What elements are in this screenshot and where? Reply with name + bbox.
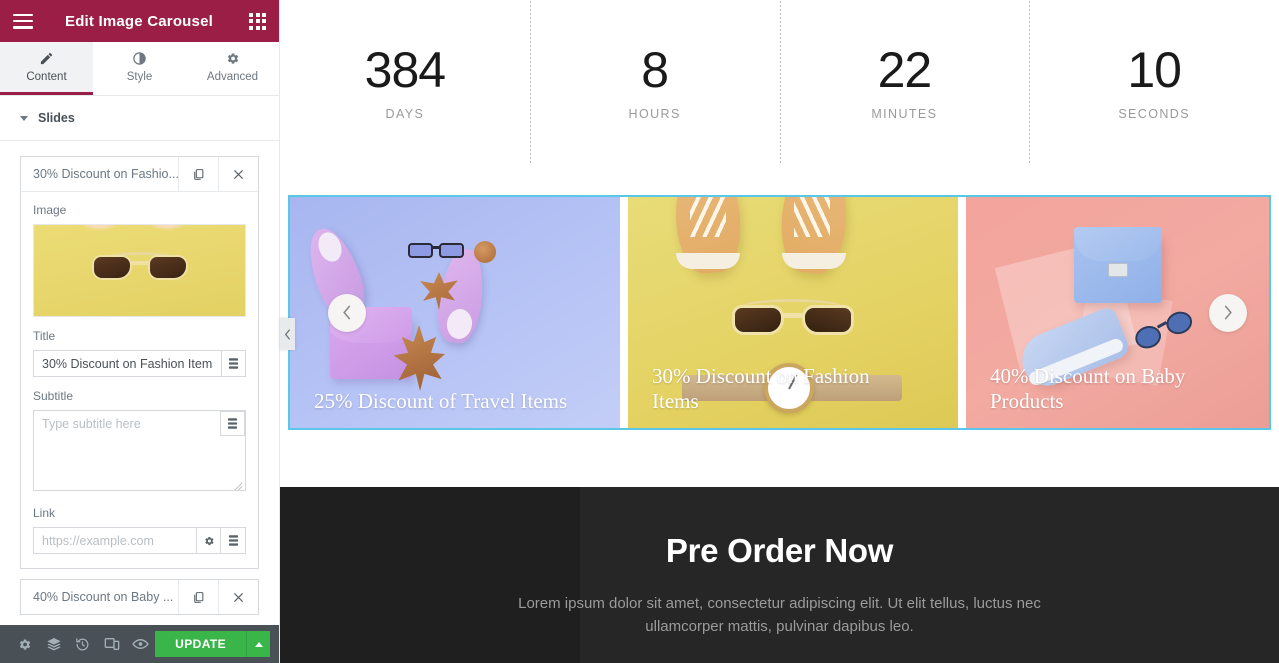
preview-eye-icon[interactable] [126,625,155,663]
sunglasses-illustration [408,241,464,260]
repeater-item-slide-2: 40% Discount on Baby ... [20,579,259,615]
gear-icon [225,51,240,66]
slide-2-caption: 30% Discount on Fashion Items [652,364,870,414]
countdown-minutes-label: MINUTES [871,106,938,121]
link-options-gear-icon[interactable] [196,527,221,554]
elementor-editor: Edit Image Carousel Content Style Advanc… [0,0,1279,663]
countdown-hours-value: 8 [641,41,669,98]
history-revisions-icon[interactable] [68,625,97,663]
countdown-minutes-value: 22 [877,41,933,98]
field-subtitle: Subtitle [33,389,246,494]
panel-footer: UPDATE [0,625,279,663]
pencil-icon [39,51,54,66]
carousel-prev-button[interactable] [328,293,366,332]
navigator-layers-icon[interactable] [39,625,68,663]
pre-order-section[interactable]: Pre Order Now Lorem ipsum dolor sit amet… [280,487,1279,663]
pre-order-title: Pre Order Now [665,532,894,569]
countdown-cell-minutes: 22 MINUTES [779,0,1030,195]
countdown-cell-days: 384 DAYS [280,0,530,195]
close-icon[interactable] [218,580,258,614]
field-image: Image [33,203,246,317]
page-title: Edit Image Carousel [64,12,213,30]
panel-collapse-handle[interactable] [280,318,295,350]
pre-order-text: Lorem ipsum dolor sit amet, consectetur … [518,595,1041,636]
half-circle-icon [132,51,147,66]
link-dynamic-tags-icon[interactable] [221,527,246,554]
settings-gear-icon[interactable] [10,625,39,663]
repeater-item-header[interactable]: 30% Discount on Fashio... [21,157,258,191]
slide-3-caption: 40% Discount on Baby Products [990,364,1186,414]
subtitle-dynamic-tags-icon[interactable] [220,411,245,436]
preview-canvas: 384 DAYS 8 HOURS 22 MINUTES 10 SECONDS 2… [280,0,1279,663]
update-button[interactable]: UPDATE [155,631,247,657]
tab-style-label: Style [126,71,153,83]
countdown-cell-hours: 8 HOURS [529,0,780,195]
tab-style[interactable]: Style [93,42,186,95]
duplicate-icon[interactable] [178,580,218,614]
repeater-item-title[interactable]: 40% Discount on Baby ... [21,580,178,614]
slide-1-caption: 25% Discount of Travel Items [314,389,568,414]
dynamic-tags-icon[interactable] [221,350,246,377]
field-link: Link [33,506,246,554]
shoelace-left [690,197,726,237]
duplicate-icon[interactable] [178,157,218,191]
title-input[interactable] [33,350,221,377]
update-options-caret-icon[interactable] [246,631,271,657]
caret-down-icon [20,115,28,121]
sunglasses-illustration [91,251,188,282]
repeater-item-header[interactable]: 40% Discount on Baby ... [21,580,258,614]
countdown-seconds-value: 10 [1127,41,1182,98]
image-thumbnail[interactable] [33,224,246,317]
close-icon[interactable] [218,157,258,191]
chevron-right-icon [1224,305,1232,320]
tab-advanced-label: Advanced [206,71,259,83]
field-title: Title [33,329,246,377]
carousel-slide-2[interactable]: 30% Discount on Fashion Items [628,197,958,428]
countdown-widget[interactable]: 384 DAYS 8 HOURS 22 MINUTES 10 SECONDS [280,0,1279,195]
responsive-mode-icon[interactable] [97,625,126,663]
repeater-item-title[interactable]: 30% Discount on Fashio... [21,157,178,191]
carousel-selection-frame: 25% Discount of Travel Items 30% Discoun… [288,195,1271,430]
subtitle-textarea[interactable] [33,410,246,491]
link-input[interactable] [33,527,196,554]
field-title-label: Title [33,329,56,343]
editor-panel: Edit Image Carousel Content Style Advanc… [0,0,280,663]
field-link-label: Link [33,506,56,520]
repeater-item-slide-1: 30% Discount on Fashio... Image Title 30… [20,156,259,569]
section-slides-label: Slides [38,111,75,125]
countdown-hours-label: HOURS [628,106,681,121]
tab-content[interactable]: Content [0,42,93,95]
sole-left [676,253,740,269]
section-slides[interactable]: Slides [0,96,279,141]
tab-content-label: Content [26,71,67,83]
chevron-left-icon [284,328,290,340]
countdown-seconds-label: SECONDS [1118,106,1190,121]
handbag-clasp [1108,263,1128,277]
handbag-flap [1074,227,1162,261]
image-carousel-widget[interactable]: 25% Discount of Travel Items 30% Discoun… [280,195,1279,430]
countdown-days-value: 384 [364,41,446,98]
repeater-item-body: Image Title 30% Discount on Fashion Item… [21,191,258,568]
panel-tabs: Content Style Advanced [0,42,279,96]
field-subtitle-label: Subtitle [33,389,74,403]
chevron-left-icon [343,305,351,320]
panel-header: Edit Image Carousel [0,0,279,42]
sunglasses-illustration [732,297,854,341]
countdown-days-label: DAYS [385,106,425,121]
carousel-next-button[interactable] [1209,293,1247,332]
grid-apps-icon[interactable] [249,12,266,30]
field-image-label: Image [33,203,67,217]
flower-illustration [474,241,496,263]
sole-right [782,253,846,269]
section-spacer [280,430,1279,487]
shoelace-right [794,197,830,237]
countdown-cell-seconds: 10 SECONDS [1029,0,1279,195]
slides-repeater: 30% Discount on Fashio... Image Title 30… [0,141,279,615]
tab-advanced[interactable]: Advanced [186,42,279,95]
